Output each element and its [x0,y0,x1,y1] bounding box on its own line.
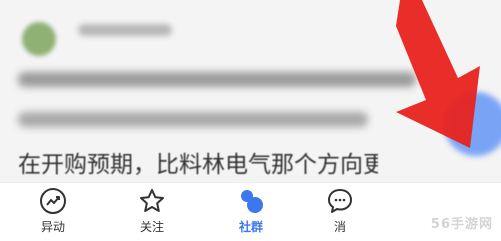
tab-label: 异动 [40,220,65,234]
watermark: 56手游网 [430,217,493,232]
star-icon [140,189,164,212]
tab-label: 社群 [238,220,263,234]
trend-chart-icon [40,188,66,214]
bottom-tab-bar: 异动 关注 社群 消 [0,182,501,241]
post-text-blurred-line [18,72,416,87]
tab-guanzhu[interactable]: 关注 [117,183,187,241]
tab-label: 关注 [139,220,164,234]
community-bubbles-icon [241,190,263,213]
red-arrow-icon [396,0,480,148]
tab-label: 消 [333,220,346,234]
tab-messages[interactable]: 消 [310,183,370,241]
message-icon [328,189,352,213]
post-text-blurred-line [18,112,368,127]
tab-shequn[interactable]: 社群 [216,183,286,241]
tab-yidong[interactable]: 异动 [18,183,88,241]
author-name-blurred [78,24,172,36]
post-text: 在开购预期，比料林电气那个方向更好， [18,152,378,178]
avatar[interactable] [22,22,56,56]
